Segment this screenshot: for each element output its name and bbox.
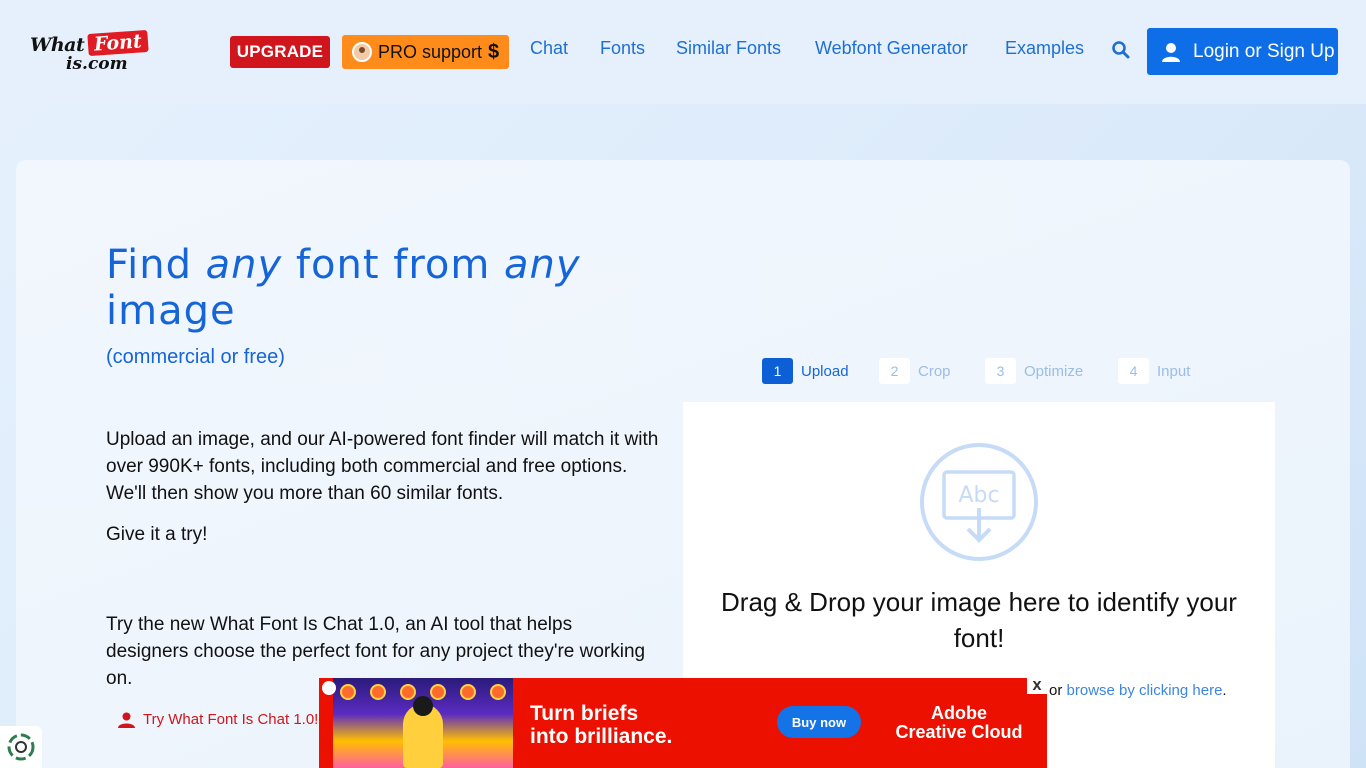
user-icon	[118, 712, 135, 728]
image-upload-icon: Abc	[920, 443, 1038, 561]
nav-chat[interactable]: Chat	[530, 38, 568, 59]
step-crop[interactable]: 2 Crop	[879, 358, 951, 384]
step-number: 3	[985, 358, 1016, 384]
step-number: 2	[879, 358, 910, 384]
title-part: image	[106, 288, 236, 334]
support-avatar-icon	[352, 42, 372, 62]
cookie-icon	[7, 733, 35, 761]
ad-buy-now-button[interactable]: Buy now	[777, 706, 861, 738]
pro-support-button[interactable]: PRO support $	[342, 35, 509, 69]
ad-brand-line: Adobe	[931, 703, 987, 723]
chat-link-label: Try What Font Is Chat 1.0!	[143, 711, 319, 728]
step-label: Optimize	[1024, 362, 1084, 380]
nav-examples[interactable]: Examples	[1005, 38, 1084, 59]
step-label: Input	[1157, 362, 1191, 380]
ad-headline: Turn briefs into brilliance.	[530, 702, 672, 748]
ad-brand-line: Creative Cloud	[895, 722, 1023, 742]
page-subtitle: (commercial or free)	[106, 346, 285, 368]
ad-close-icon[interactable]: X	[1027, 678, 1047, 694]
step-upload[interactable]: 1 Upload	[762, 358, 849, 384]
dropzone-text: Drag & Drop your image here to identify …	[721, 587, 1237, 653]
page-title: Find any font from any image	[106, 242, 666, 334]
ad-headline-line: Turn briefs	[530, 702, 639, 725]
browse-line: or browse by clicking here.	[1049, 682, 1227, 699]
chat-link[interactable]: Try What Font Is Chat 1.0!	[118, 711, 318, 728]
ad-brand: Adobe Creative Cloud	[879, 704, 1039, 742]
user-icon	[1162, 42, 1180, 62]
search-icon[interactable]	[1111, 40, 1131, 60]
step-number: 4	[1118, 358, 1149, 384]
nav-webfont-generator[interactable]: Webfont Generator	[815, 38, 968, 59]
step-label: Crop	[918, 362, 951, 380]
ad-choices-icon[interactable]	[322, 681, 336, 695]
title-emphasis: any	[504, 242, 581, 288]
ad-illustration	[333, 678, 513, 768]
cookie-settings-widget[interactable]	[0, 726, 42, 768]
title-part: font from	[282, 242, 505, 288]
try-text: Give it a try!	[106, 524, 208, 545]
step-number: 1	[762, 358, 793, 384]
adobe-ad-banner[interactable]: Turn briefs into brilliance. Buy now Ado…	[319, 678, 1047, 768]
logo-iscom: is.com	[66, 54, 128, 74]
pro-support-label: PRO support	[378, 41, 483, 62]
period: .	[1222, 682, 1227, 699]
or-text: or	[1049, 682, 1067, 699]
hero-description: Upload an image, and our AI-powered font…	[106, 429, 659, 504]
login-signup-button[interactable]: Login or Sign Up	[1147, 28, 1338, 75]
site-logo[interactable]: What Font is.com	[30, 29, 150, 74]
dollar-icon: $	[488, 40, 500, 63]
logo-font: Font	[87, 29, 149, 57]
step-optimize[interactable]: 3 Optimize	[985, 358, 1083, 384]
nav-similar-fonts[interactable]: Similar Fonts	[676, 38, 781, 59]
logo-what: What	[30, 34, 85, 56]
title-part: Find	[106, 242, 206, 288]
nav-fonts[interactable]: Fonts	[600, 38, 645, 59]
ad-headline-line: into brilliance.	[530, 725, 673, 748]
login-label: Login or Sign Up	[1193, 40, 1335, 62]
title-emphasis: any	[205, 242, 283, 288]
upgrade-button[interactable]: UPGRADE	[230, 36, 330, 68]
step-label: Upload	[801, 362, 849, 380]
browse-link[interactable]: browse by clicking here	[1067, 682, 1223, 699]
step-input[interactable]: 4 Input	[1118, 358, 1190, 384]
icon-text: Abc	[958, 483, 999, 508]
